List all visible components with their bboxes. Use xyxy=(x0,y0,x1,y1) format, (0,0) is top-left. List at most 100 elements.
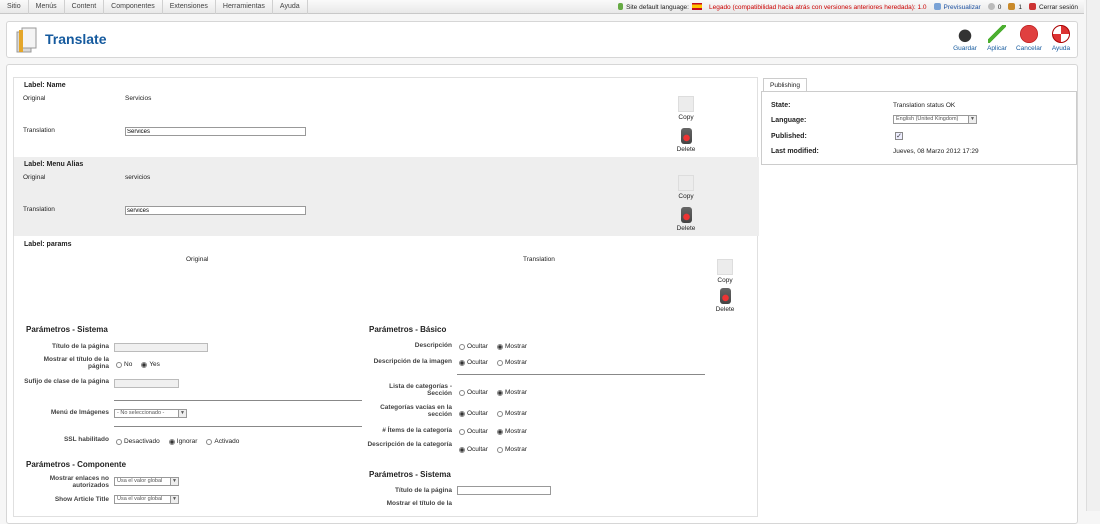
param-label: Descripción xyxy=(414,342,452,349)
radio-hide[interactable] xyxy=(459,343,465,350)
param-label: Descripción de la categoría xyxy=(367,441,452,448)
divider xyxy=(114,426,362,427)
alias-translation-input[interactable] xyxy=(125,206,306,215)
ssl-radio: Desactivado Ignorar Activado xyxy=(116,438,239,445)
published-checkbox[interactable]: ✓ xyxy=(895,132,903,140)
chevron-down-icon: ▼ xyxy=(170,478,178,485)
lifebuoy-icon xyxy=(1052,25,1070,43)
tab-publishing[interactable]: Publishing xyxy=(763,78,807,92)
spain-flag-icon xyxy=(691,3,702,10)
radio-on xyxy=(206,438,213,445)
save-icon xyxy=(956,25,974,43)
menu-herramientas[interactable]: Herramientas xyxy=(216,0,273,14)
status-area: Site default language: Legado (compatibi… xyxy=(618,0,1078,14)
delete-button[interactable]: Delete xyxy=(674,128,698,153)
description-image-radio[interactable]: Ocultar Mostrar xyxy=(459,359,527,366)
param-label: Categorías vacías en la sección xyxy=(380,404,452,418)
radio-hide[interactable] xyxy=(459,410,465,417)
menu-extensiones[interactable]: Extensiones xyxy=(163,0,216,14)
param-label: SSL habilitado xyxy=(63,436,109,443)
radio-hide[interactable] xyxy=(459,428,465,435)
field-alias: Label: Menu Alias Original servicios Tra… xyxy=(14,157,759,236)
menu-ayuda[interactable]: Ayuda xyxy=(273,0,308,14)
menu-componentes[interactable]: Componentes xyxy=(104,0,163,14)
copy-button[interactable]: Copy xyxy=(674,96,698,121)
original-label: Original xyxy=(23,174,46,181)
preview-link[interactable]: Previsualizar xyxy=(933,3,981,11)
copy-icon xyxy=(678,175,694,191)
radio-hide[interactable] xyxy=(459,446,465,453)
translated-page-title-input[interactable] xyxy=(457,486,551,495)
field-params-label: Label: params xyxy=(24,241,72,248)
users-count[interactable]: 1 xyxy=(1008,3,1022,11)
param-label: # Ítems de la categoría xyxy=(382,427,452,434)
radio-ignore xyxy=(168,438,175,445)
items-count-radio[interactable]: Ocultar Mostrar xyxy=(459,428,527,435)
messages-count[interactable]: 0 xyxy=(987,3,1001,11)
original-label: Original xyxy=(23,95,46,102)
delete-button[interactable]: Delete xyxy=(674,207,698,232)
delete-button[interactable]: Delete xyxy=(713,288,737,313)
language-select[interactable]: English (United Kingdom) ▼ xyxy=(893,115,977,124)
category-list-radio[interactable]: Ocultar Mostrar xyxy=(459,389,527,396)
radio-show[interactable] xyxy=(496,446,503,453)
radio-no xyxy=(116,361,122,368)
radio-show[interactable] xyxy=(496,343,503,350)
page-title: Translate xyxy=(45,31,107,47)
name-translation-input[interactable] xyxy=(125,127,306,136)
field-params: Label: params Original Translation Copy … xyxy=(14,237,759,518)
trash-icon xyxy=(680,207,692,223)
copy-button[interactable]: Copy xyxy=(674,175,698,200)
messages-icon xyxy=(987,3,995,10)
menu-menus[interactable]: Menús xyxy=(29,0,65,14)
radio-show[interactable] xyxy=(496,359,503,366)
section-title: Parámetros - Básico xyxy=(369,325,447,334)
help-button[interactable]: Ayuda xyxy=(1045,25,1077,52)
copy-icon xyxy=(717,259,733,275)
show-page-title-radio: No Yes xyxy=(116,361,160,368)
save-button[interactable]: Guardar xyxy=(949,25,981,52)
modified-value: Jueves, 08 Marzo 2012 17:29 xyxy=(893,148,979,155)
chevron-down-icon: ▼ xyxy=(170,496,178,503)
param-label: Título de la página xyxy=(394,487,452,494)
chevron-down-icon: ▼ xyxy=(968,116,976,123)
logout-link[interactable]: Cerrar sesión xyxy=(1028,3,1078,11)
page-title-input xyxy=(114,343,208,352)
toolbar-buttons: Guardar Aplicar Cancelar Ayuda xyxy=(949,25,1077,52)
page-scrollbar[interactable] xyxy=(1086,0,1100,511)
preview-icon xyxy=(933,3,941,10)
section-title: Parámetros - Sistema xyxy=(369,470,451,479)
radio-show[interactable] xyxy=(496,410,503,417)
language-label: Language: xyxy=(771,117,807,124)
language-icon xyxy=(618,3,624,10)
copy-button[interactable]: Copy xyxy=(713,259,737,284)
menu-content[interactable]: Content xyxy=(65,0,105,14)
radio-yes xyxy=(141,361,148,368)
radio-hide[interactable] xyxy=(459,359,465,366)
section-title: Parámetros - Sistema xyxy=(26,325,108,334)
copy-icon xyxy=(678,96,694,112)
apply-button[interactable]: Aplicar xyxy=(981,25,1013,52)
category-description-radio[interactable]: Ocultar Mostrar xyxy=(459,446,527,453)
cancel-button[interactable]: Cancelar xyxy=(1013,25,1045,52)
field-alias-label: Label: Menu Alias xyxy=(24,161,84,168)
section-title: Parámetros - Componente xyxy=(26,460,127,469)
cancel-icon xyxy=(1020,25,1038,43)
field-name-label: Label: Name xyxy=(24,82,66,89)
empty-categories-radio[interactable]: Ocultar Mostrar xyxy=(459,410,527,417)
menu-sitio[interactable]: Sitio xyxy=(0,0,29,14)
state-label: State: xyxy=(771,102,791,109)
divider xyxy=(457,374,705,375)
modified-label: Last modified: xyxy=(771,148,819,155)
divider xyxy=(114,400,362,401)
trash-icon xyxy=(680,128,692,144)
radio-hide[interactable] xyxy=(459,389,465,396)
description-radio[interactable]: Ocultar Mostrar xyxy=(459,343,527,350)
alias-original-value: servicios xyxy=(125,174,151,181)
radio-show[interactable] xyxy=(496,428,503,435)
radio-show[interactable] xyxy=(496,389,503,396)
page-class-input xyxy=(114,379,179,388)
site-language: Site default language: xyxy=(618,3,702,11)
menu-image-select: - No seleccionado - ▼ xyxy=(114,409,187,418)
translation-label: Translation xyxy=(23,206,55,213)
